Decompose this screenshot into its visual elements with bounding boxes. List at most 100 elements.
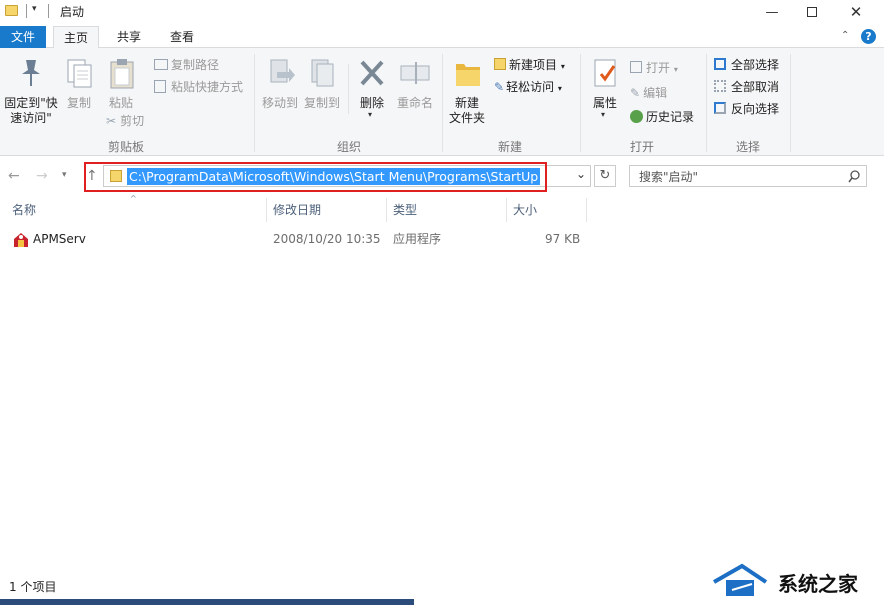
watermark: 系统之家	[690, 548, 884, 605]
divider[interactable]	[386, 198, 387, 222]
divider	[706, 54, 707, 152]
paste-shortcut-button[interactable]: 粘贴快捷方式	[154, 78, 243, 96]
minimize-button[interactable]: —	[752, 0, 792, 24]
address-dropdown-icon[interactable]: ⌄	[576, 167, 586, 181]
search-input[interactable]: 搜索"启动"	[629, 165, 867, 187]
cut-label: 剪切	[120, 114, 145, 128]
new-item-label: 新建项目	[509, 58, 558, 72]
divider[interactable]	[586, 198, 587, 222]
column-size[interactable]: 大小	[513, 201, 537, 218]
cut-button[interactable]: ✂ 剪切	[106, 112, 144, 130]
group-new: 新建	[497, 140, 522, 154]
window-title: 启动	[60, 5, 85, 19]
select-all-icon	[714, 58, 726, 70]
item-count: 1 个项目	[9, 580, 57, 594]
chevron-down-icon: ▾	[368, 110, 373, 119]
open-icon	[630, 61, 642, 73]
help-icon[interactable]: ?	[861, 29, 876, 44]
ribbon: 固定到"快速访问" 复制 粘贴 复制路径 粘贴快捷方式 ✂ 剪切 剪贴板 移动到…	[0, 48, 884, 156]
quick-access-dropdown-icon[interactable]: ▾	[32, 4, 42, 18]
column-type[interactable]: 类型	[393, 201, 417, 218]
edit-button[interactable]: ✎ 编辑	[630, 84, 667, 102]
file-type: 应用程序	[393, 232, 442, 246]
copy-label: 复制	[66, 96, 91, 110]
select-none-label: 全部取消	[731, 80, 780, 94]
divider	[254, 54, 255, 152]
tab-file[interactable]: 文件	[0, 26, 46, 48]
file-size: 97 KB	[545, 232, 581, 246]
chevron-down-icon: ▾	[560, 62, 565, 71]
copy-icon	[67, 59, 92, 88]
history-button[interactable]: 历史记录	[630, 108, 694, 126]
divider	[580, 54, 581, 152]
rename-label: 重命名	[396, 96, 433, 110]
search-placeholder: 搜索"启动"	[639, 170, 699, 184]
invert-selection-icon	[714, 102, 726, 114]
invert-selection-button[interactable]: 反向选择	[714, 100, 779, 118]
copy-to-label: 复制到	[303, 96, 340, 110]
select-none-icon	[714, 80, 726, 92]
recent-locations-dropdown-icon[interactable]: ▾	[62, 170, 67, 180]
divider[interactable]	[506, 198, 507, 222]
paste-shortcut-icon	[154, 80, 166, 93]
table-row[interactable]: APMServ 2008/10/20 10:35 应用程序 97 KB	[0, 230, 884, 250]
easy-access-label: 轻松访问	[506, 80, 555, 94]
properties-icon	[594, 59, 616, 87]
tab-view[interactable]: 查看	[159, 26, 205, 48]
column-name[interactable]: 名称	[12, 201, 36, 218]
tab-home[interactable]: 主页	[53, 26, 99, 49]
tab-share[interactable]: 共享	[106, 26, 152, 48]
easy-access-button[interactable]: ✎ 轻松访问 ▾	[494, 78, 562, 96]
forward-button[interactable]: →	[36, 168, 48, 184]
select-all-button[interactable]: 全部选择	[714, 56, 779, 74]
maximize-button[interactable]	[792, 0, 832, 24]
file-modified: 2008/10/20 10:35	[273, 232, 381, 246]
divider	[348, 64, 349, 114]
collapse-ribbon-icon[interactable]: ⌃	[841, 30, 849, 41]
copy-to-icon	[311, 59, 334, 87]
open-button[interactable]: 打开 ▾	[630, 59, 678, 77]
watermark-logo-icon	[713, 563, 768, 596]
easy-access-icon: ✎	[494, 80, 505, 94]
group-select: 选择	[735, 140, 760, 154]
move-to-icon	[270, 59, 295, 83]
new-folder-icon	[456, 64, 480, 86]
column-header-row: ^ 名称 修改日期 类型 大小	[0, 194, 884, 222]
copy-path-label: 复制路径	[171, 58, 220, 72]
move-to-label: 移动到	[261, 96, 298, 110]
column-modified[interactable]: 修改日期	[273, 201, 321, 218]
rename-icon	[400, 62, 430, 84]
copy-path-button[interactable]: 复制路径	[154, 56, 219, 74]
scissors-icon: ✂	[106, 114, 117, 128]
new-item-button[interactable]: 新建项目 ▾	[494, 56, 565, 74]
delete-icon	[360, 60, 384, 86]
open-label: 打开	[646, 61, 671, 75]
edit-label: 编辑	[643, 86, 668, 100]
chevron-down-icon: ▾	[673, 65, 678, 74]
refresh-button[interactable]: ↻	[594, 165, 616, 187]
edit-icon: ✎	[630, 86, 641, 100]
watermark-text: 系统之家	[778, 572, 858, 596]
divider	[442, 54, 443, 152]
close-button[interactable]: ✕	[836, 0, 876, 24]
new-item-icon	[494, 58, 506, 70]
divider	[26, 4, 27, 18]
ribbon-tabs: 文件 主页 共享 查看 ⌃ ?	[0, 26, 884, 49]
paste-shortcut-label: 粘贴快捷方式	[171, 80, 244, 94]
group-clipboard: 剪贴板	[107, 140, 144, 154]
paste-label: 粘贴	[108, 96, 133, 110]
pin-label: 固定到"快速访问"	[4, 96, 58, 125]
divider[interactable]	[266, 198, 267, 222]
chevron-down-icon: ▾	[557, 84, 562, 93]
chevron-down-icon: ▾	[601, 110, 606, 119]
file-name: APMServ	[33, 232, 86, 246]
paste-icon	[110, 59, 134, 89]
refresh-icon: ↻	[599, 168, 611, 183]
select-all-label: 全部选择	[731, 58, 780, 72]
select-none-button[interactable]: 全部取消	[714, 78, 779, 96]
maximize-icon	[807, 7, 817, 17]
divider	[48, 4, 49, 18]
invert-selection-label: 反向选择	[731, 102, 780, 116]
back-button[interactable]: ←	[8, 168, 20, 184]
folder-icon	[5, 5, 18, 16]
